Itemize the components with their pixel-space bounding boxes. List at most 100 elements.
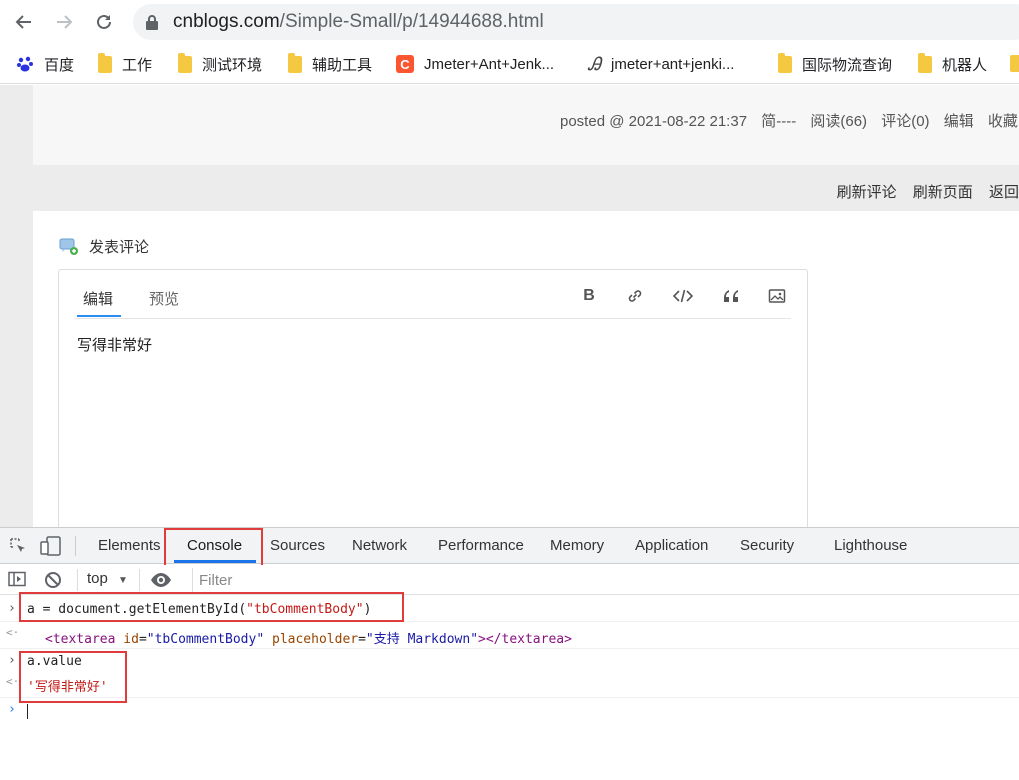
post-date: posted @ 2021-08-22 21:37 [560,113,748,130]
bookmark-baidu[interactable]: 百度 [16,52,74,76]
csdn-icon: C [396,55,414,73]
image-button[interactable] [767,286,787,306]
image-icon [768,289,786,303]
toolbar-divider [139,569,140,591]
comment-title-text: 发表评论 [89,239,150,256]
code-icon [673,289,693,303]
back-link[interactable]: 返回 [989,184,1019,201]
url-text: cnblogs.com/Simple-Small/p/14944688.html [173,11,544,33]
post-favorite-link[interactable]: 收藏 [988,113,1018,130]
add-comment-icon [59,238,78,255]
console-prompt-line[interactable]: › [0,700,1019,722]
inspect-cursor-icon [10,538,25,552]
devtools-panel: Elements Console Sources Network Perform… [0,527,1019,779]
clear-console-button[interactable] [44,571,62,594]
address-bar[interactable]: cnblogs.com/Simple-Small/p/14944688.html [133,4,1019,40]
reload-button[interactable] [92,10,116,34]
quote-button[interactable] [721,286,741,306]
console-result-line[interactable]: <· <textarea id="tbCommentBody" placehol… [0,623,1019,649]
tab-memory[interactable]: Memory [550,537,604,554]
devtools-tabbar: Elements Console Sources Network Perform… [0,528,1019,564]
comment-title: 发表评论 [59,236,149,257]
tag-close: ></textarea> [478,632,572,647]
forward-button[interactable] [52,10,76,34]
markdown-editor: 编辑 预览 B 写得非常好 [58,269,808,539]
folder-icon [778,52,792,73]
tab-network[interactable]: Network [352,537,407,554]
jianshu-icon: Ꭿ [588,53,602,74]
console-result-line: <· '写得非常好' [0,673,1019,698]
bookmark-logistics[interactable]: 国际物流查询 [778,52,892,76]
bookmarks-bar: 百度 工作 测试环境 辅助工具 C Jmeter+Ant+Jenk... Ꭿ j… [0,44,1019,84]
dropdown-triangle-icon: ▼ [118,575,128,586]
bold-icon: B [583,287,595,304]
back-button[interactable] [12,10,36,34]
bookmark-tools[interactable]: 辅助工具 [288,52,372,76]
attr-id-value: "tbCommentBody" [146,632,265,647]
post-edit-link[interactable]: 编辑 [944,113,974,130]
attr-placeholder-value: "支持 Markdown" [365,632,479,647]
attr-placeholder: placeholder [272,632,359,647]
attr-id: id [123,632,139,647]
comment-form: 发表评论 编辑 预览 B 写得非常好 [33,211,1019,539]
tab-preview[interactable]: 预览 [149,288,179,309]
post-footer: posted @ 2021-08-22 21:37 简---- 阅读(66) 评… [560,110,1019,131]
link-button[interactable] [625,286,645,306]
folder-icon [918,52,932,73]
browser-toolbar: cnblogs.com/Simple-Small/p/14944688.html [0,0,1019,44]
link-icon [628,290,642,302]
arrow-right-icon [57,15,73,29]
highlight-console-tab [164,528,263,567]
comment-textarea[interactable]: 写得非常好 [77,334,152,355]
filter-input[interactable]: Filter [192,568,1019,592]
tab-sources[interactable]: Sources [270,537,325,554]
bookmark-test-env[interactable]: 测试环境 [178,52,262,76]
console-toolbar: top ▼ Filter [0,565,1019,595]
return-arrow-icon: <· [6,675,20,688]
tab-application[interactable]: Application [635,537,708,554]
tab-security[interactable]: Security [740,537,794,554]
toolbar-divider [77,569,78,591]
highlight-command-1 [19,592,404,622]
post-footer-box: posted @ 2021-08-22 21:37 简---- 阅读(66) 评… [33,85,1019,165]
tabbar-divider [75,536,76,556]
tab-performance[interactable]: Performance [438,537,524,554]
bookmark-robot[interactable]: 机器人 [918,52,987,76]
refresh-page-link[interactable]: 刷新页面 [913,184,973,201]
bookmark-label: 国际物流查询 [802,56,893,74]
lock-icon [146,15,158,30]
live-expression-button[interactable] [150,571,172,594]
url-path: /Simple-Small/p/14944688.html [279,11,544,32]
bookmark-label: 测试环境 [202,56,263,74]
bookmark-label: jmeter+ant+jenki... [611,55,735,73]
arrow-left-icon [15,15,31,29]
editor-divider [75,318,791,319]
inspect-element-button[interactable] [8,536,28,561]
input-prompt-icon: › [8,653,16,668]
textarea-element-result[interactable]: <textarea id="tbCommentBody" placeholder… [45,628,572,647]
highlight-command-2 [19,651,127,703]
code-button[interactable] [673,286,693,306]
eye-icon [151,573,171,587]
bookmark-label: Jmeter+Ant+Jenk... [424,55,555,73]
show-sidebar-button[interactable] [8,571,26,592]
bold-button[interactable]: B [579,286,599,306]
baidu-paw-icon [17,56,33,72]
context-selector[interactable]: top ▼ [87,570,128,587]
tab-edit[interactable]: 编辑 [76,288,122,317]
bookmark-overflow-folder[interactable] [1010,55,1019,72]
post-author-link[interactable]: 简---- [761,113,796,130]
refresh-comments-link[interactable]: 刷新评论 [837,184,897,201]
bookmark-jmeter-jianshu[interactable]: Ꭿ jmeter+ant+jenki... [588,52,734,76]
bookmark-work[interactable]: 工作 [98,52,152,76]
bookmark-label: 机器人 [942,56,988,74]
tab-lighthouse[interactable]: Lighthouse [834,537,907,554]
device-toolbar-button[interactable] [40,536,62,561]
tab-elements[interactable]: Elements [98,537,161,554]
block-icon [45,572,61,588]
bookmark-jmeter-csdn[interactable]: C Jmeter+Ant+Jenk... [396,52,554,76]
bookmark-label: 工作 [122,56,153,74]
post-comments-link[interactable]: 评论(0) [881,113,929,130]
input-prompt-icon: › [8,601,16,616]
page-viewport: posted @ 2021-08-22 21:37 简---- 阅读(66) 评… [0,85,1019,539]
